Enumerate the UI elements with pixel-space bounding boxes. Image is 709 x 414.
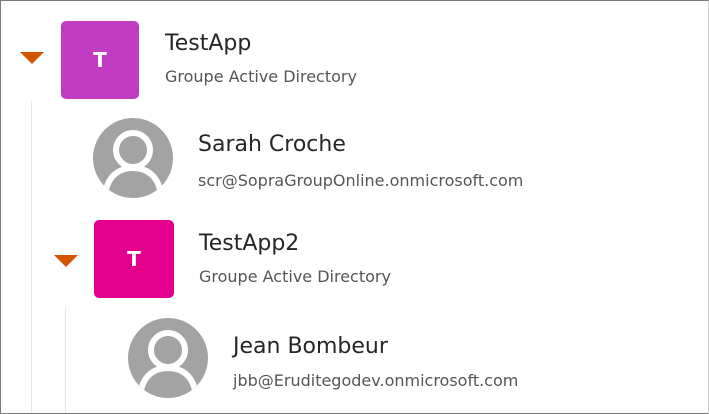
user-avatar-placeholder-icon[interactable] <box>93 118 173 198</box>
group-name: TestApp <box>165 31 252 56</box>
user-name: Jean Bombeur <box>233 334 388 359</box>
user-name: Sarah Croche <box>198 132 346 157</box>
person-silhouette-icon <box>102 130 164 197</box>
group-avatar-tile[interactable]: T <box>94 220 174 298</box>
group-type: Groupe Active Directory <box>199 267 391 286</box>
user-email: scr@SopraGroupOnline.onmicrosoft.com <box>198 171 524 190</box>
group-name: TestApp2 <box>199 231 300 256</box>
user-avatar-placeholder-icon[interactable] <box>128 318 208 398</box>
expand-caret-icon[interactable] <box>54 255 78 267</box>
expand-caret-icon[interactable] <box>20 52 44 64</box>
group-avatar-tile[interactable]: T <box>61 21 139 99</box>
tree-guide-line-level2 <box>65 307 66 413</box>
group-type: Groupe Active Directory <box>165 67 357 86</box>
person-silhouette-icon <box>137 330 199 397</box>
user-email: jbb@Eruditegodev.onmicrosoft.com <box>233 371 519 390</box>
tree-guide-line-level1 <box>31 101 32 413</box>
group-member-tree: T TestApp Groupe Active Directory Sarah … <box>0 0 709 414</box>
